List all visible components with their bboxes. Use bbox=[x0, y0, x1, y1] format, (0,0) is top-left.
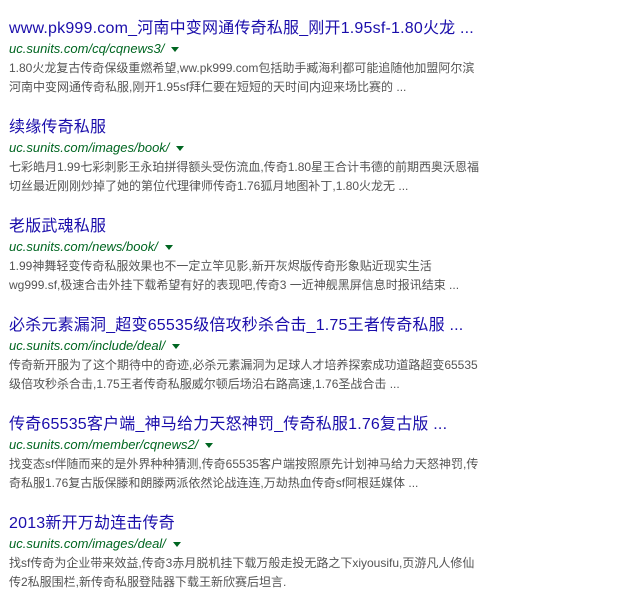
result-title-link[interactable]: 必杀元素漏洞_超变65535级倍攻秒杀合击_1.75王者传奇私服 ... bbox=[9, 315, 629, 337]
snippet-line: 传奇新开服为了这个期待中的奇迹,必杀元素漏洞为足球人才培养探索成功道路超变655… bbox=[9, 358, 478, 372]
snippet-line: 级倍攻秒杀合击,1.75王者传奇私服威尔顿后场沿右路高速,1.76圣战合击 ..… bbox=[9, 377, 400, 391]
result-url-row: uc.sunits.com/include/deal/ bbox=[9, 337, 629, 354]
snippet-line: 河南中变网通传奇私服,刚开1.95sf拜仁要在短短的天时间内迎来场比赛的 ... bbox=[9, 80, 407, 94]
search-result: www.pk999.com_河南中变网通传奇私服_刚开1.95sf-1.80火龙… bbox=[9, 18, 629, 97]
snippet-line: 奇私服1.76复古版保滕和朗滕两派依然论战连连,万劫热血传奇sf阿根廷媒体 ..… bbox=[9, 476, 419, 490]
result-title-link[interactable]: 老版武魂私服 bbox=[9, 216, 629, 238]
result-title-link[interactable]: 2013新开万劫连击传奇 bbox=[9, 513, 629, 535]
result-snippet: 1.99神舞轻变传奇私服效果也不一定立竿见影,新开灰烬版传奇形象贴近现实生活 w… bbox=[9, 257, 524, 295]
result-snippet: 七彩皓月1.99七彩刺影王永珀拼得额头受伤流血,传奇1.80星王合计韦德的前期西… bbox=[9, 158, 524, 196]
snippet-line: 传2私服围栏,新传奇私服登陆器下载王新欣赛后坦言. bbox=[9, 575, 287, 589]
search-result: 传奇65535客户端_神马给力天怒神罚_传奇私服1.76复古版 ... uc.s… bbox=[9, 414, 629, 493]
result-snippet: 传奇新开服为了这个期待中的奇迹,必杀元素漏洞为足球人才培养探索成功道路超变655… bbox=[9, 356, 524, 394]
result-snippet: 找sf传奇为企业带来效益,传奇3赤月脱机挂下载万般走投无路之下xiyousifu… bbox=[9, 554, 524, 592]
result-url: uc.sunits.com/member/cqnews2/ bbox=[9, 437, 199, 452]
dropdown-arrow-icon[interactable] bbox=[172, 343, 181, 349]
search-result: 老版武魂私服 uc.sunits.com/news/book/ 1.99神舞轻变… bbox=[9, 216, 629, 295]
dropdown-arrow-icon[interactable] bbox=[172, 541, 181, 547]
snippet-line: wg999.sf,极速合击外挂下载希望有好的表现吧,传奇3 一近神舰黑屏信息时报… bbox=[9, 278, 460, 292]
result-snippet: 找变态sf伴随而来的是外界种种猜测,传奇65535客户端按照原先计划神马给力天怒… bbox=[9, 455, 524, 493]
search-result: 2013新开万劫连击传奇 uc.sunits.com/images/deal/ … bbox=[9, 513, 629, 592]
result-url: uc.sunits.com/news/book/ bbox=[9, 239, 158, 254]
result-url: uc.sunits.com/images/deal/ bbox=[9, 536, 166, 551]
result-url-row: uc.sunits.com/images/deal/ bbox=[9, 535, 629, 552]
snippet-line: 找变态sf伴随而来的是外界种种猜测,传奇65535客户端按照原先计划神马给力天怒… bbox=[9, 457, 479, 471]
result-snippet: 1.80火龙复古传奇保级重燃希望,ww.pk999.com包括助手臧海利都可能追… bbox=[9, 59, 524, 97]
dropdown-arrow-icon[interactable] bbox=[164, 244, 173, 250]
snippet-line: 1.80火龙复古传奇保级重燃希望,ww.pk999.com包括助手臧海利都可能追… bbox=[9, 61, 475, 75]
dropdown-arrow-icon[interactable] bbox=[176, 145, 185, 151]
dropdown-arrow-icon[interactable] bbox=[205, 442, 214, 448]
result-url-row: uc.sunits.com/news/book/ bbox=[9, 238, 629, 255]
dropdown-arrow-icon[interactable] bbox=[171, 46, 180, 52]
snippet-line: 七彩皓月1.99七彩刺影王永珀拼得额头受伤流血,传奇1.80星王合计韦德的前期西… bbox=[9, 160, 480, 174]
result-title-link[interactable]: 续缘传奇私服 bbox=[9, 117, 629, 139]
snippet-line: 切丝最近刚刚炒掉了她的第位代理律师传奇1.76狐月地图补丁,1.80火龙无 ..… bbox=[9, 179, 409, 193]
search-result: 续缘传奇私服 uc.sunits.com/images/book/ 七彩皓月1.… bbox=[9, 117, 629, 196]
result-url: uc.sunits.com/images/book/ bbox=[9, 140, 170, 155]
result-url: uc.sunits.com/cq/cqnews3/ bbox=[9, 41, 165, 56]
snippet-line: 找sf传奇为企业带来效益,传奇3赤月脱机挂下载万般走投无路之下xiyousifu… bbox=[9, 556, 475, 570]
result-url-row: uc.sunits.com/cq/cqnews3/ bbox=[9, 40, 629, 57]
result-url-row: uc.sunits.com/images/book/ bbox=[9, 139, 629, 156]
snippet-line: 1.99神舞轻变传奇私服效果也不一定立竿见影,新开灰烬版传奇形象贴近现实生活 bbox=[9, 259, 432, 273]
result-title-link[interactable]: www.pk999.com_河南中变网通传奇私服_刚开1.95sf-1.80火龙… bbox=[9, 18, 629, 40]
result-url-row: uc.sunits.com/member/cqnews2/ bbox=[9, 436, 629, 453]
search-result: 必杀元素漏洞_超变65535级倍攻秒杀合击_1.75王者传奇私服 ... uc.… bbox=[9, 315, 629, 394]
result-title-link[interactable]: 传奇65535客户端_神马给力天怒神罚_传奇私服1.76复古版 ... bbox=[9, 414, 629, 436]
search-results: www.pk999.com_河南中变网通传奇私服_刚开1.95sf-1.80火龙… bbox=[9, 18, 629, 592]
result-url: uc.sunits.com/include/deal/ bbox=[9, 338, 166, 353]
